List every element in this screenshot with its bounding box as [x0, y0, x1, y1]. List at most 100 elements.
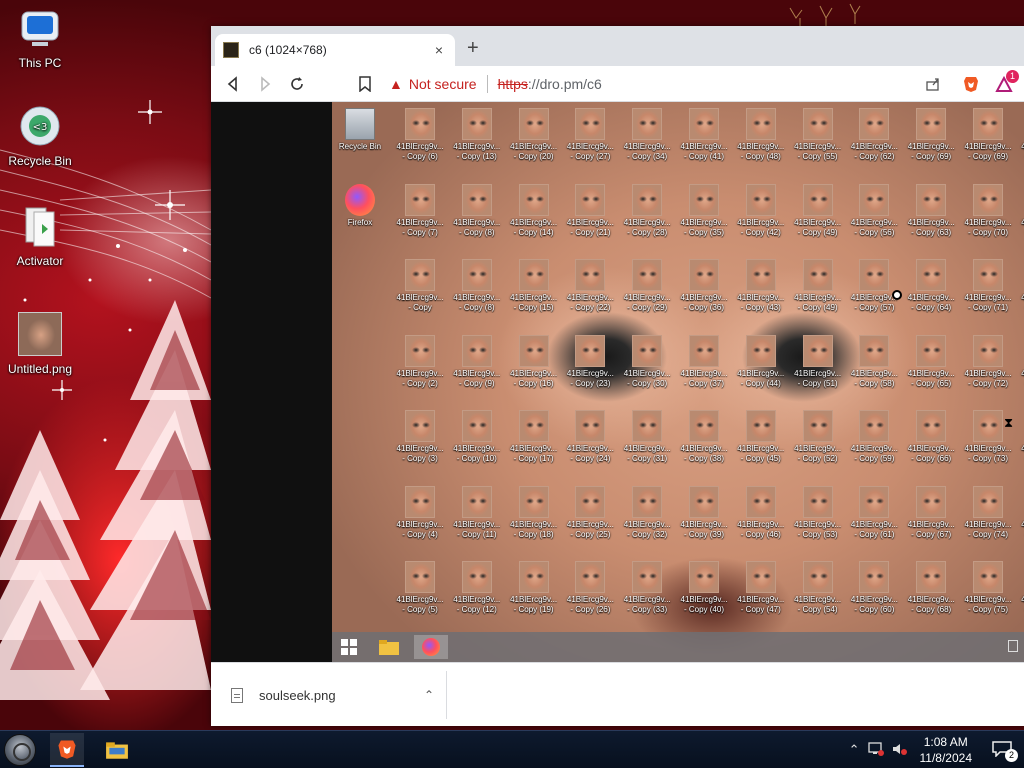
back-button[interactable] [223, 74, 243, 94]
remote-file-icon[interactable]: 41BlErcg9v... - Copy (39) [676, 485, 732, 540]
remote-file-icon[interactable]: 41BlErcg9v... - Copy (33) [619, 561, 675, 615]
close-tab-icon[interactable]: × [431, 42, 447, 58]
remote-file-icon[interactable]: 41BlErcg9v... - Copy (7) [392, 183, 448, 238]
chevron-up-icon[interactable]: ⌃ [424, 688, 434, 702]
remote-file-icon[interactable]: 41BlErcg9v... - Copy (66) [903, 410, 959, 464]
remote-file-icon[interactable]: 41BlErcg9v... - Copy (47) [733, 561, 789, 615]
start-button[interactable] [4, 734, 36, 766]
remote-file-icon[interactable]: 41BlErcg9v... - Copy (59) [846, 410, 902, 464]
taskbar-file-explorer[interactable] [100, 733, 134, 767]
remote-file-icon[interactable]: 41BlErcg9v... - Copy (72) [960, 334, 1016, 389]
remote-file-icon[interactable]: 41BlErcg9v... - Copy (49) [790, 259, 846, 313]
remote-file-icon[interactable]: 41BlErcg9v... - Copy (25) [562, 485, 618, 540]
bookmark-button[interactable] [355, 74, 375, 94]
tab-c6[interactable]: c6 (1024×768) × [215, 34, 455, 66]
remote-file-icon[interactable]: 41BlErcg9v... - Copy (32) [619, 485, 675, 540]
desktop-icon-untitled-png[interactable]: Untitled.png [0, 312, 80, 376]
remote-file-icon[interactable]: 41BlErcg9v... - Copy (44) [733, 334, 789, 389]
brave-rewards-button[interactable]: 1 [995, 70, 1019, 94]
remote-file-icon[interactable]: 41BlErcg9v... - Copy (6) [392, 108, 448, 162]
remote-file-icon[interactable]: 41BlErcg9v... - Copy (46) [733, 485, 789, 540]
new-tab-button[interactable]: + [467, 38, 479, 58]
volume-muted-icon[interactable] [892, 742, 908, 759]
remote-file-icon[interactable]: 41BlErcg9v... - Copy (58) [846, 334, 902, 389]
remote-file-icon[interactable]: 41BlErcg9v... - Copy (45) [733, 410, 789, 464]
remote-file-icon[interactable]: 41BlErcg9v... - Copy (13) [449, 108, 505, 162]
remote-file-icon[interactable]: 41BlErcg9v... - Copy (69) [960, 108, 1016, 162]
remote-file-icon[interactable]: 41BlErcg9v... - Copy (24) [562, 410, 618, 464]
remote-file-icon[interactable]: 41BlErcg9v... - Copy (17) [506, 410, 562, 464]
remote-file-icon[interactable]: 41BlErcg9v... - Copy (49) [790, 183, 846, 238]
address-bar[interactable]: ▲ Not secure https://dro.pm/c6 [389, 70, 909, 98]
remote-file-icon[interactable]: 41BlErcg9v... - Copy (38) [676, 410, 732, 464]
remote-file-icon[interactable]: 41BlErcg9v... - Copy (70) [960, 183, 1016, 238]
remote-file-icon[interactable]: 41BlErcg9v... - Copy (55) [790, 108, 846, 162]
remote-file-icon[interactable]: 41BlErcg9v... - Copy (3) [392, 410, 448, 464]
remote-file-icon[interactable]: 41BlErcg9v... - Copy (29) [619, 259, 675, 313]
remote-file-icon[interactable]: 41BlErcg9v...- Copy (80) [1017, 410, 1024, 464]
remote-file-icon[interactable]: 41BlErcg9v... - Copy (8) [449, 183, 505, 238]
remote-file-icon[interactable]: 41BlErcg9v... - Copy (48) [733, 108, 789, 162]
remote-file-icon[interactable]: 41BlErcg9v... - Copy (41) [676, 108, 732, 162]
remote-file-icon[interactable]: 41BlErcg9v...- Copy (76) [1017, 108, 1024, 162]
remote-file-icon[interactable]: 41BlErcg9v... - Copy (65) [903, 334, 959, 389]
download-item[interactable]: soulseek.png ⌃ [219, 671, 447, 719]
remote-desktop-view[interactable]: 41BlErcg9v... - Copy (6) 41BlErcg9v... - Co… [332, 102, 1024, 662]
desktop-icon-recycle-bin[interactable]: <3 Recycle Bin [0, 104, 80, 168]
remote-file-icon[interactable]: 41BlErcg9v... - Copy (62) [846, 108, 902, 162]
remote-file-icon[interactable]: 41BlErcg9v... - Copy (27) [562, 108, 618, 162]
remote-file-icon[interactable]: 41BlErcg9v... - Copy (71) [960, 259, 1016, 313]
remote-file-icon[interactable]: 41BlErcg9v... - Copy (52) [790, 410, 846, 464]
remote-file-icon[interactable]: 41BlErcg9v... - Copy (4) [392, 485, 448, 540]
security-status[interactable]: Not secure [409, 76, 477, 92]
remote-file-icon[interactable]: 41BlErcg9v... - Copy (54) [790, 561, 846, 615]
remote-file-icon[interactable]: 41BlErcg9v... - Copy (63) [903, 183, 959, 238]
remote-file-icon[interactable]: 41BlErcg9v...- Copy (82) [1017, 561, 1024, 615]
remote-file-icon[interactable]: 41BlErcg9v... - Copy (5) [392, 561, 448, 615]
remote-file-icon[interactable]: 41BlErcg9v... - Copy (21) [562, 183, 618, 238]
desktop-icon-this-pc[interactable]: This PC [0, 6, 80, 70]
remote-file-icon[interactable]: 41BlErcg9v... - Copy (37) [676, 334, 732, 389]
remote-file-icon[interactable]: 41BlErcg9v... - Copy (20) [506, 108, 562, 162]
remote-file-icon[interactable]: 41BlErcg9v... - Copy (15) [506, 259, 562, 313]
remote-file-icon[interactable]: 41BlErcg9v...- Copy (78) [1017, 259, 1024, 313]
remote-file-explorer[interactable] [372, 635, 406, 659]
remote-file-icon[interactable]: 41BlErcg9v... - Copy (12) [449, 561, 505, 615]
remote-file-icon[interactable]: 41BlErcg9v...- Copy (77) [1017, 184, 1024, 238]
share-button[interactable] [923, 74, 943, 94]
remote-file-icon[interactable]: 41BlErcg9v... - Copy (64) [903, 259, 959, 313]
remote-file-icon[interactable]: 41BlErcg9v... - Copy (69) [903, 108, 959, 162]
remote-file-icon[interactable]: 41BlErcg9v... - Copy (74) [960, 485, 1016, 540]
taskbar-brave[interactable] [50, 733, 84, 767]
remote-file-icon[interactable]: 41BlErcg9v... - Copy (28) [619, 183, 675, 238]
remote-firefox[interactable]: Firefox [332, 184, 388, 228]
remote-file-icon[interactable]: 41BlErcg9v... - Copy (18) [506, 485, 562, 540]
remote-file-icon[interactable]: 41BlErcg9v... - Copy (31) [619, 410, 675, 464]
remote-file-icon[interactable]: 41BlErcg9v... - Copy (53) [790, 485, 846, 540]
remote-file-icon[interactable]: 41BlErcg9v... - Copy (14) [506, 183, 562, 238]
remote-file-icon[interactable]: 41BlErcg9v... - Copy (16) [506, 334, 562, 389]
remote-file-icon[interactable]: 41BlErcg9v... - Copy (42) [733, 183, 789, 238]
remote-file-icon[interactable]: 41BlErcg9v... - Copy (8) [449, 259, 505, 313]
network-icon[interactable] [867, 741, 884, 759]
remote-file-icon[interactable]: 41BlErcg9v... - Copy (43) [733, 259, 789, 313]
remote-file-icon[interactable]: 41BlErcg9v... - Copy (36) [676, 259, 732, 313]
remote-file-icon[interactable]: 41BlErcg9v... - Copy (23) [562, 334, 618, 389]
remote-file-icon[interactable]: 41BlErcg9v... - Copy (75) [960, 561, 1016, 615]
remote-file-icon[interactable]: 41BlErcg9v... - Copy [392, 259, 448, 313]
remote-file-icon[interactable]: 41BlErcg9v... - Copy (61) [846, 485, 902, 540]
remote-file-icon[interactable]: 41BlErcg9v... - Copy (57) [846, 259, 902, 313]
remote-file-icon[interactable]: 41BlErcg9v... - Copy (60) [846, 561, 902, 615]
clock[interactable]: 1:08 AM 11/8/2024 [920, 734, 973, 766]
remote-file-icon[interactable]: 41BlErcg9v... - Copy (56) [846, 183, 902, 238]
remote-file-icon[interactable]: 41BlErcg9v... - Copy (35) [676, 183, 732, 238]
notification-button[interactable]: 2 [992, 741, 1018, 762]
remote-firefox-task[interactable] [414, 635, 448, 659]
remote-recycle-bin[interactable]: Recycle Bin [332, 108, 388, 152]
remote-file-icon[interactable]: 41BlErcg9v... - Copy (34) [619, 108, 675, 162]
remote-file-icon[interactable]: 41BlErcg9v... - Copy (68) [903, 561, 959, 615]
remote-file-icon[interactable]: 41BlErcg9v... - Copy (51) [790, 334, 846, 389]
forward-button[interactable] [255, 74, 275, 94]
remote-file-icon[interactable]: 41BlErcg9v... - Copy (30) [619, 334, 675, 389]
remote-start-button[interactable] [332, 635, 366, 659]
